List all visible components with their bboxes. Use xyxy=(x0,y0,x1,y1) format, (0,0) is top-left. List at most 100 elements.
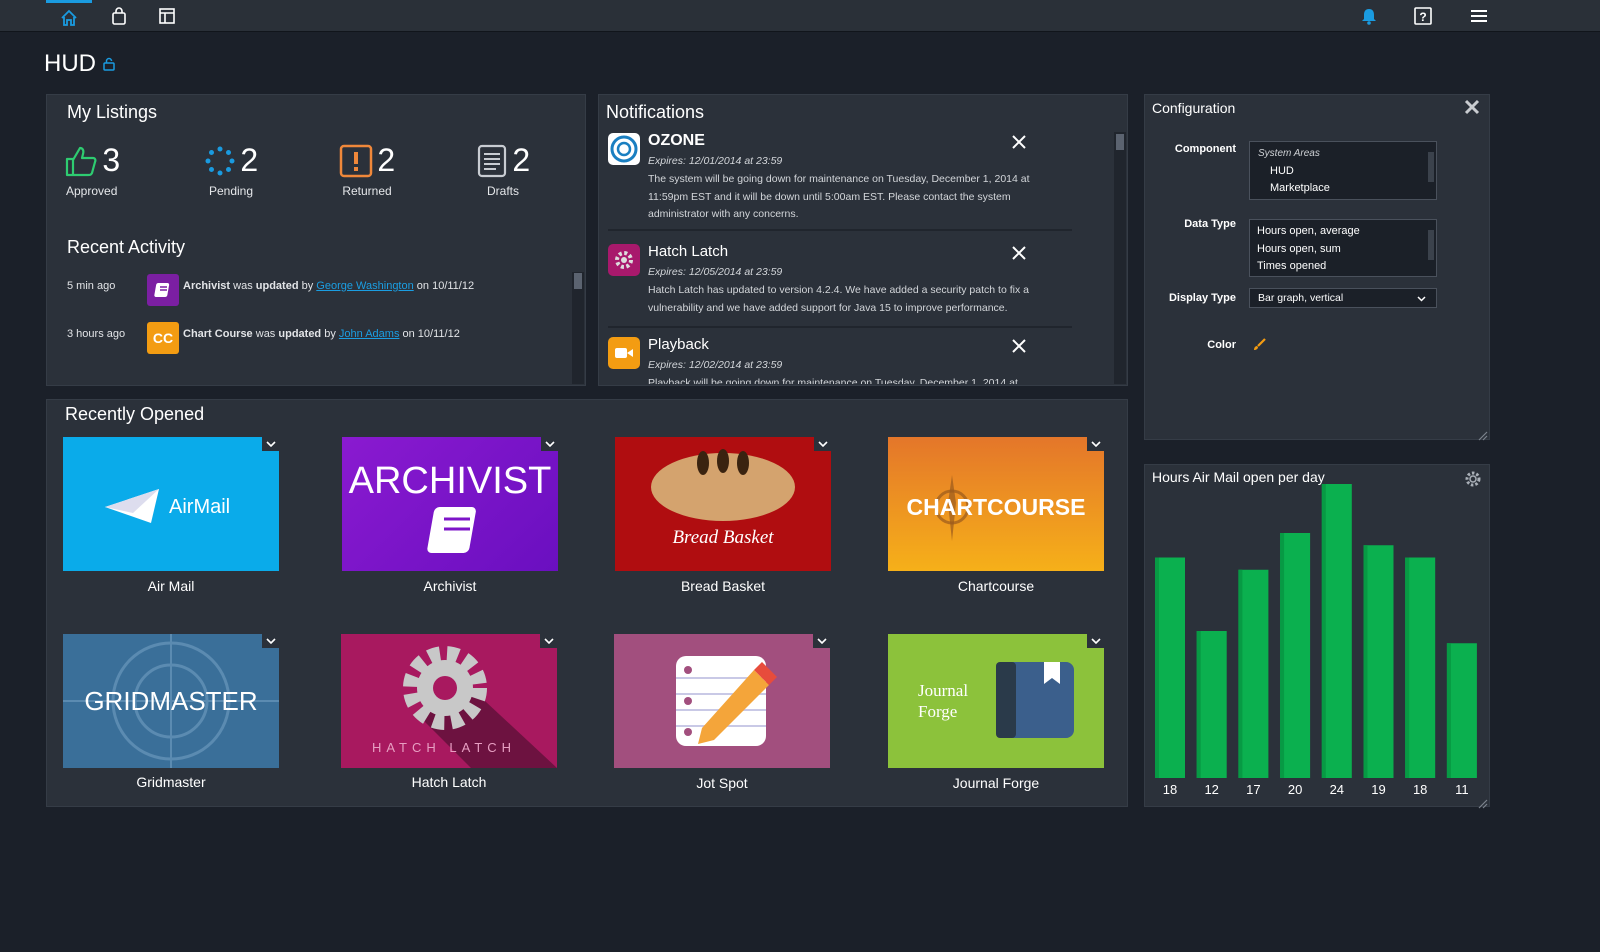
tile-label[interactable]: Gridmaster xyxy=(63,774,279,790)
chart-tick-label: 12 xyxy=(1204,782,1218,797)
listbox-option[interactable]: Hours open, sum xyxy=(1257,241,1436,259)
warning-icon xyxy=(339,144,373,177)
chevron-down-icon[interactable] xyxy=(814,437,831,451)
datatype-listbox[interactable]: Hours open, average Hours open, sum Time… xyxy=(1249,219,1437,277)
chart-bar[interactable] xyxy=(1238,569,1269,778)
chart-bar-shade xyxy=(1155,557,1159,778)
journal-forge-logo: Journal Forge xyxy=(918,662,1074,738)
app-tile-air-mail[interactable]: AirMail xyxy=(63,437,279,571)
close-icon[interactable] xyxy=(1012,135,1028,151)
app-tile-journal-forge[interactable]: Journal Forge xyxy=(888,634,1104,768)
listbox-scrollbar[interactable] xyxy=(1428,230,1434,260)
app-tile-hatch-latch[interactable]: HATCH LATCH xyxy=(341,634,557,768)
bell-icon[interactable] xyxy=(1346,0,1392,32)
chevron-down-icon[interactable] xyxy=(1087,634,1104,648)
display-type-value: Bar graph, vertical xyxy=(1258,292,1344,304)
chart-bar[interactable] xyxy=(1405,557,1436,779)
help-icon[interactable]: ? xyxy=(1400,0,1446,32)
app-tile-jot-spot[interactable] xyxy=(614,634,830,768)
chart-bar[interactable] xyxy=(1446,643,1477,778)
layout-icon[interactable] xyxy=(144,0,190,32)
tile-label[interactable]: Chartcourse xyxy=(888,578,1104,594)
resize-handle-icon[interactable] xyxy=(1477,796,1488,814)
archivist-app-icon[interactable] xyxy=(147,274,179,306)
close-icon[interactable] xyxy=(1464,99,1480,120)
activity-app[interactable]: Chart Course xyxy=(183,328,253,340)
chevron-down-icon[interactable] xyxy=(262,437,279,451)
chevron-down-icon[interactable] xyxy=(262,634,279,648)
jot-spot-logo xyxy=(676,656,777,746)
stat-approved[interactable]: 3 Approved xyxy=(42,142,142,198)
document-icon xyxy=(477,144,506,177)
listbox-option[interactable]: Marketplace xyxy=(1258,180,1436,198)
chevron-down-icon[interactable] xyxy=(541,437,558,451)
chartcourse-logo: CHARTCOURSE xyxy=(907,475,1085,541)
tile-label[interactable]: Hatch Latch xyxy=(341,774,557,790)
chartcourse-app-icon[interactable]: CC xyxy=(147,322,179,354)
component-listbox[interactable]: System Areas HUD Marketplace xyxy=(1249,141,1437,200)
top-navigation-bar: ? xyxy=(0,0,1600,32)
brush-icon[interactable] xyxy=(1252,338,1266,357)
notification-expires: Expires: 12/02/2014 at 23:59 xyxy=(648,359,783,371)
lock-icon[interactable] xyxy=(102,50,116,78)
configuration-title: Configuration xyxy=(1152,100,1236,116)
tile-label[interactable]: Jot Spot xyxy=(614,775,830,791)
notification-expires: Expires: 12/01/2014 at 23:59 xyxy=(648,155,783,167)
component-label: Component xyxy=(1174,143,1236,155)
activity-scrollbar-thumb[interactable] xyxy=(574,273,582,289)
chart-bar[interactable] xyxy=(1363,545,1394,778)
app-tile-chartcourse[interactable]: CHARTCOURSE xyxy=(888,437,1104,571)
display-type-label: Display Type xyxy=(1168,292,1236,304)
close-icon[interactable] xyxy=(1012,339,1028,355)
chart-bar-shade xyxy=(1446,643,1451,778)
notification-title: OZONE xyxy=(648,132,705,149)
activity-verb: was xyxy=(233,280,253,292)
tile-label[interactable]: Air Mail xyxy=(63,578,279,594)
tile-label[interactable]: Bread Basket xyxy=(615,578,831,594)
chart-bar-shade xyxy=(1405,557,1410,778)
tile-label[interactable]: Archivist xyxy=(342,578,558,594)
chart-tick-label: 11 xyxy=(1455,782,1469,797)
listbox-scrollbar[interactable] xyxy=(1428,152,1434,182)
home-icon[interactable] xyxy=(46,0,92,32)
tile-label[interactable]: Journal Forge xyxy=(888,775,1104,791)
chart-bar[interactable] xyxy=(1321,484,1352,778)
app-tile-gridmaster[interactable]: GRIDMASTER xyxy=(63,634,279,768)
activity-time: 5 min ago xyxy=(67,280,116,292)
svg-text:HATCH LATCH: HATCH LATCH xyxy=(372,740,516,755)
stat-drafts[interactable]: 2 Drafts xyxy=(453,142,553,198)
app-tile-archivist[interactable]: ARCHIVIST xyxy=(342,437,558,571)
activity-app[interactable]: Archivist xyxy=(183,280,230,292)
pending-icon xyxy=(205,146,235,175)
resize-handle-icon[interactable] xyxy=(1477,428,1488,446)
notification-divider xyxy=(608,229,1072,231)
chart-bar[interactable] xyxy=(1280,533,1311,778)
chart-bar[interactable] xyxy=(1196,631,1227,778)
activity-action: updated xyxy=(278,328,322,340)
activity-user-link[interactable]: John Adams xyxy=(339,328,400,340)
recent-activity-title: Recent Activity xyxy=(67,237,186,257)
stat-returned[interactable]: 2 Returned xyxy=(317,142,417,198)
notifications-list: OZONE Expires: 12/01/2014 at 23:59 The s… xyxy=(598,130,1118,384)
chevron-down-icon[interactable] xyxy=(813,634,830,648)
bag-icon[interactable] xyxy=(96,0,142,32)
activity-by: by xyxy=(301,280,314,292)
chart-bar[interactable] xyxy=(1155,557,1185,779)
listbox-option[interactable]: Hours open, average xyxy=(1257,223,1436,241)
chart-tick-label: 17 xyxy=(1246,782,1260,797)
stat-label: Pending xyxy=(208,184,254,198)
chart-tick-label: 18 xyxy=(1413,782,1427,797)
listbox-option[interactable]: HUD xyxy=(1258,163,1436,181)
chevron-down-icon[interactable] xyxy=(1087,437,1104,451)
chevron-down-icon[interactable] xyxy=(540,634,557,648)
menu-icon[interactable] xyxy=(1456,0,1502,32)
app-tile-bread-basket[interactable]: Bread Basket xyxy=(615,437,831,571)
recently-opened-title: Recently Opened xyxy=(65,404,205,424)
stat-pending[interactable]: 2 Pending xyxy=(181,142,281,198)
svg-text:ARCHIVIST: ARCHIVIST xyxy=(349,460,552,502)
activity-user-link[interactable]: George Washington xyxy=(316,280,413,292)
listbox-option[interactable]: Times opened xyxy=(1257,258,1436,276)
close-icon[interactable] xyxy=(1012,246,1028,262)
stat-label: Drafts xyxy=(486,184,519,198)
display-type-select[interactable]: Bar graph, vertical xyxy=(1249,288,1437,308)
